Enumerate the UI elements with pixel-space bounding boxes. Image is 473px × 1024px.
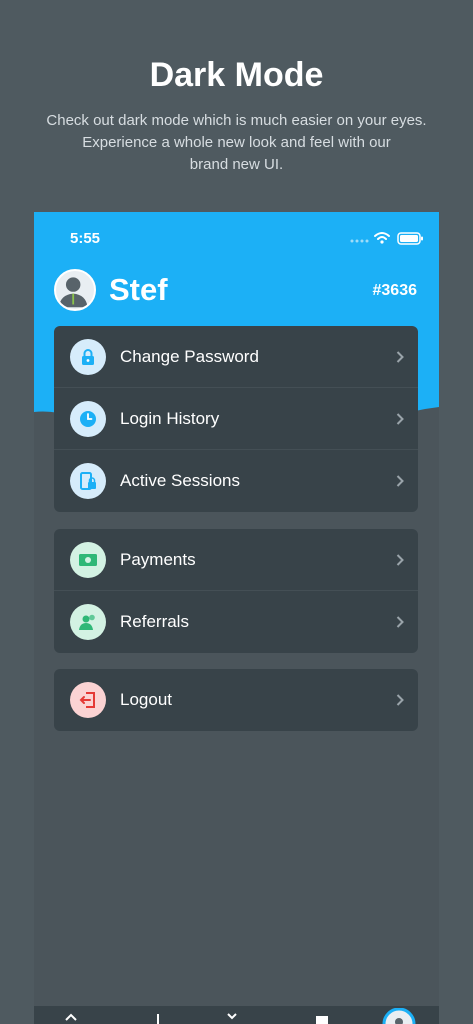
tab-bar xyxy=(34,1006,439,1024)
users-icon xyxy=(70,604,106,640)
stats-tab-icon[interactable] xyxy=(152,1012,164,1024)
chevron-right-icon xyxy=(396,616,404,628)
promo-description-line: Check out dark mode which is much easier… xyxy=(46,112,427,129)
logout-icon xyxy=(70,682,106,718)
menu-item-label: Referrals xyxy=(120,612,189,631)
wifi-icon xyxy=(374,232,390,240)
user-id: #3636 xyxy=(372,282,418,299)
finance-card: Payments Referrals xyxy=(54,529,418,653)
menu-item-referrals[interactable]: Referrals xyxy=(54,591,418,653)
security-card: Change Password Login History Active Ses… xyxy=(54,326,418,512)
menu-item-label: Payments xyxy=(120,549,196,569)
status-icons xyxy=(350,232,423,245)
menu-item-logout[interactable]: Logout xyxy=(54,669,418,731)
menu-item-login-history[interactable]: Login History xyxy=(54,388,418,450)
menu-item-label: Logout xyxy=(120,690,172,709)
promo-title: Dark Mode xyxy=(149,56,324,94)
menu-item-change-password[interactable]: Change Password xyxy=(54,326,418,388)
chevron-right-icon xyxy=(396,554,404,566)
home-tab-icon[interactable] xyxy=(64,1012,78,1024)
phone-screen: 5:55 Stef #3636 Change Password Login Hi… xyxy=(34,212,439,1024)
user-silhouette-icon xyxy=(58,277,88,308)
promo-description-line: brand new UI. xyxy=(189,156,284,173)
menu-item-payments[interactable]: Payments xyxy=(54,529,418,591)
chevron-right-icon xyxy=(396,475,404,487)
device-lock-icon xyxy=(70,463,106,499)
clock-icon xyxy=(70,401,106,437)
logout-card: Logout xyxy=(54,669,418,731)
lock-icon xyxy=(70,339,106,375)
menu-item-label: Change Password xyxy=(120,346,259,366)
close-tab-icon[interactable] xyxy=(225,1012,239,1024)
profile-tab-icon[interactable] xyxy=(382,1008,416,1024)
menu-item-label: Login History xyxy=(120,408,220,428)
chevron-right-icon xyxy=(396,694,404,706)
avatar[interactable] xyxy=(54,269,96,311)
cash-icon xyxy=(70,542,106,578)
chevron-right-icon xyxy=(396,351,404,363)
promo-description-line: Experience a whole new look and feel wit… xyxy=(82,134,391,151)
chevron-right-icon xyxy=(396,413,404,425)
battery-icon xyxy=(397,232,423,245)
status-time: 5:55 xyxy=(70,230,101,247)
user-name: Stef xyxy=(109,272,168,307)
menu-item-active-sessions[interactable]: Active Sessions xyxy=(54,450,418,512)
signal-icon xyxy=(350,239,369,243)
list-tab-icon[interactable] xyxy=(314,1012,330,1024)
promo-description: Check out dark mode which is much easier… xyxy=(30,110,443,176)
menu-item-label: Active Sessions xyxy=(120,471,240,490)
